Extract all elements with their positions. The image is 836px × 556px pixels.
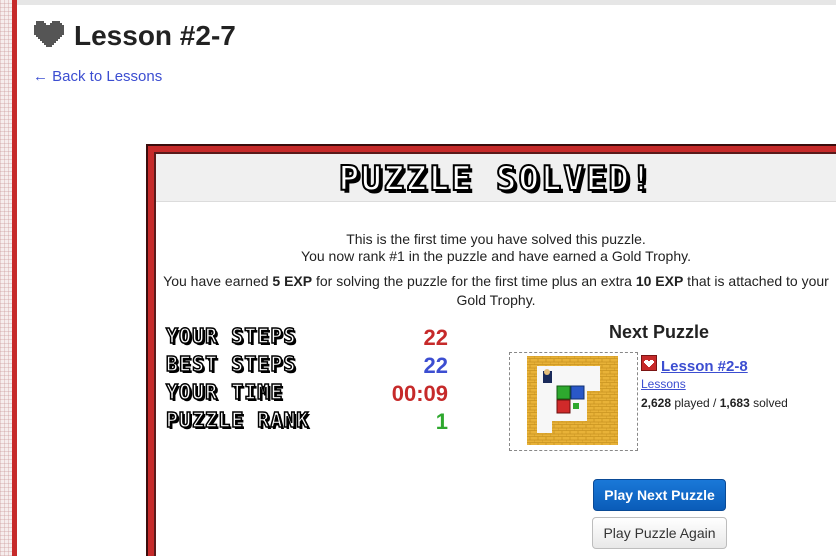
puzzle-rank-value: 1 (435, 409, 448, 434)
your-time-value: 00:09 (391, 381, 448, 406)
heart-icon (34, 21, 64, 47)
next-puzzle-link[interactable]: Lesson #2-8 (661, 358, 748, 375)
exp-prefix: You have earned (163, 273, 273, 289)
heart-glyph-icon (644, 360, 654, 367)
next-puzzle-stats: 2,628 played / 1,683 solved (641, 396, 788, 410)
page-border-pattern (0, 0, 12, 556)
rank-message: You now rank #1 in the puzzle and have e… (301, 248, 691, 264)
solved-banner: PUZZLE SOLVED! (156, 154, 836, 202)
next-puzzle-category-link[interactable]: Lessons (641, 377, 686, 391)
puzzle-heart-icon (641, 355, 657, 371)
solved-count: 1,683 (719, 396, 750, 410)
puzzle-solved-modal: PUZZLE SOLVED! This is the first time yo… (146, 144, 836, 556)
best-steps-value: 22 (423, 353, 448, 378)
puzzle-rank-label: PUZZLE RANK (165, 407, 310, 433)
next-puzzle-heading: Next Puzzle (609, 322, 710, 342)
solved-title: PUZZLE SOLVED! (338, 158, 654, 200)
back-to-lessons-link[interactable]: ← Back to Lessons (33, 68, 162, 85)
page-title: Lesson #2-7 (74, 20, 236, 51)
your-steps-label: YOUR STEPS (165, 323, 297, 349)
puzzle-preview-image (527, 356, 618, 445)
exp-amount: 5 EXP (272, 273, 313, 289)
play-next-puzzle-button[interactable]: Play Next Puzzle (593, 479, 726, 511)
exp-message: You have earned 5 EXP for solving the pu… (162, 272, 830, 310)
exp-middle: for solving the puzzle for the first tim… (312, 273, 636, 289)
exp-extra: 10 EXP (635, 273, 684, 289)
solved-label: solved (749, 396, 788, 410)
play-puzzle-again-button[interactable]: Play Puzzle Again (592, 517, 727, 549)
top-bar (17, 0, 836, 5)
your-steps-value: 22 (423, 325, 448, 350)
modal-content: PUZZLE SOLVED! This is the first time yo… (154, 152, 836, 556)
page-border-rule (12, 0, 17, 556)
next-puzzle-thumbnail[interactable] (509, 352, 638, 451)
your-time-label: YOUR TIME (165, 379, 284, 405)
played-count: 2,628 (641, 396, 672, 410)
played-label: played / (671, 396, 720, 410)
best-steps-label: BEST STEPS (165, 351, 297, 377)
